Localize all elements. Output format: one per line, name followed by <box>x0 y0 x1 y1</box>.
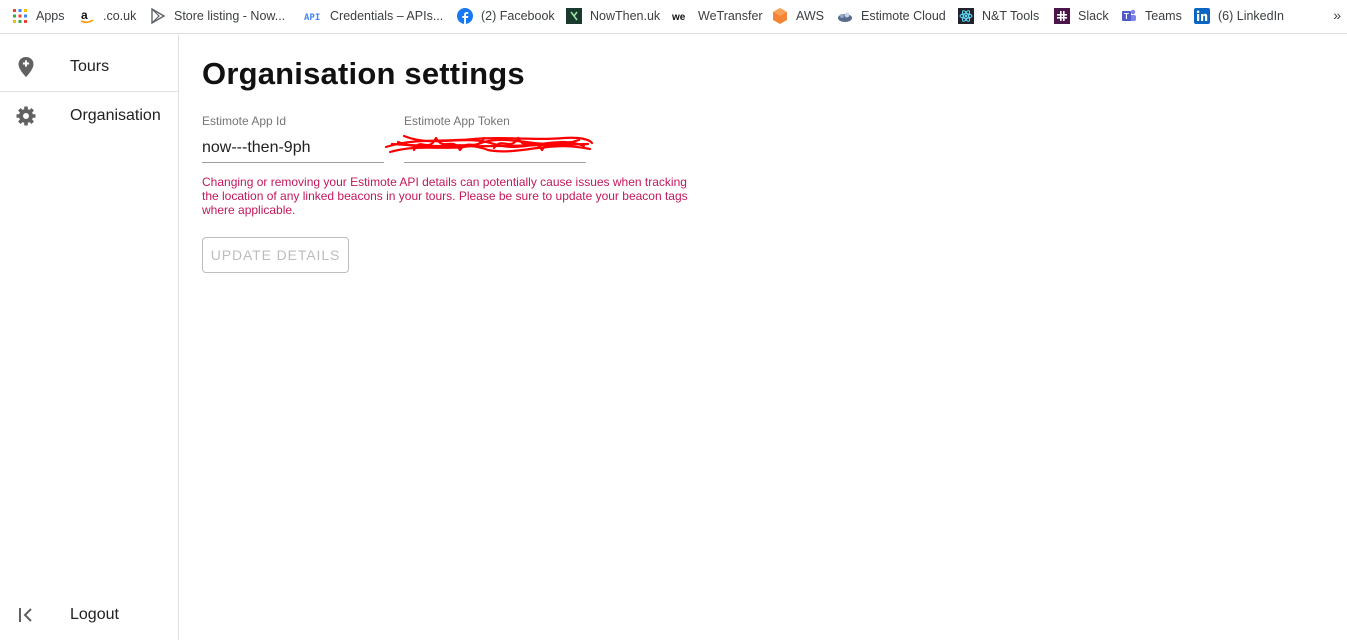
bookmark-estimote-cloud[interactable]: Estimote Cloud <box>837 0 946 32</box>
svg-text:we: we <box>672 12 686 21</box>
sidebar-item-organisation[interactable]: Organisation <box>0 91 178 140</box>
bookmarks-overflow-icon[interactable]: » <box>1333 7 1341 23</box>
redaction-scribble <box>384 134 594 154</box>
location-pin-icon <box>16 56 36 77</box>
apps-grid-icon <box>12 8 28 24</box>
bookmark-label: (6) LinkedIn <box>1218 9 1285 23</box>
svg-text:T: T <box>1124 12 1129 21</box>
bookmark-slack[interactable]: Slack <box>1054 0 1109 32</box>
bookmark-nt-tools[interactable]: N&T Tools <box>958 0 1039 32</box>
bookmark-linkedin[interactable]: (6) LinkedIn <box>1194 0 1284 32</box>
bookmark-facebook[interactable]: (2) Facebook <box>457 0 555 32</box>
amazon-icon: a <box>79 8 95 24</box>
bookmark-label: Teams <box>1145 9 1182 23</box>
sidebar-item-label: Organisation <box>70 106 161 124</box>
bookmark-credentials[interactable]: API Credentials – APIs... <box>304 0 443 32</box>
collapse-left-icon <box>16 605 36 625</box>
app-id-underline <box>202 162 384 163</box>
svg-text:API: API <box>304 13 320 21</box>
app-id-input[interactable] <box>202 137 384 158</box>
logout-label: Logout <box>70 605 119 623</box>
slack-icon <box>1054 8 1070 24</box>
react-icon <box>958 8 974 24</box>
bookmark-aws[interactable]: AWS <box>772 0 824 32</box>
app-id-field: Estimote App Id <box>202 114 384 163</box>
bookmark-label: Slack <box>1078 9 1109 23</box>
linkedin-icon <box>1194 8 1210 24</box>
bookmark-teams[interactable]: T Teams <box>1121 0 1182 32</box>
page-title: Organisation settings <box>202 56 525 91</box>
bookmark-store-listing[interactable]: Store listing - Now... <box>150 0 285 32</box>
sidebar-item-tours[interactable]: Tours <box>0 42 178 91</box>
bookmark-wetransfer[interactable]: we WeTransfer <box>672 0 763 32</box>
bookmark-label: WeTransfer <box>698 9 763 23</box>
wetransfer-icon: we <box>672 8 690 24</box>
bookmark-apps[interactable]: Apps <box>12 0 65 32</box>
bookmark-label: Store listing - Now... <box>174 9 286 23</box>
update-details-button[interactable]: UPDATE DETAILS <box>202 237 349 273</box>
bookmark-label: .co.uk <box>103 9 137 23</box>
gear-icon <box>16 106 36 126</box>
app-token-label: Estimote App Token <box>404 114 510 128</box>
bookmark-label: Estimote Cloud <box>861 9 946 23</box>
api-change-warning: Changing or removing your Estimote API d… <box>202 175 688 217</box>
facebook-icon <box>457 8 473 24</box>
bookmark-label: AWS <box>796 9 825 23</box>
bookmark-label: Apps <box>36 9 65 23</box>
logout-button[interactable]: Logout <box>0 590 178 639</box>
aws-icon <box>772 8 788 24</box>
api-icon: API <box>304 8 322 24</box>
bookmark-nowthen[interactable]: NowThen.uk <box>566 0 660 32</box>
play-store-icon <box>150 8 166 24</box>
estimote-icon <box>837 8 853 24</box>
bookmark-amazon[interactable]: a .co.uk <box>79 0 136 32</box>
svg-text:a: a <box>81 8 88 22</box>
bookmark-label: Credentials – APIs... <box>330 9 444 23</box>
bookmark-label: NowThen.uk <box>590 9 661 23</box>
app-token-underline <box>404 162 586 163</box>
sidebar: Tours Organisation Logout <box>0 35 179 640</box>
bookmarks-bar: Apps a .co.uk Store listing - Now... API… <box>0 0 1347 34</box>
nowthen-icon <box>566 8 582 24</box>
bookmark-label: (2) Facebook <box>481 9 555 23</box>
sidebar-item-label: Tours <box>70 57 110 75</box>
teams-icon: T <box>1121 8 1137 24</box>
bookmark-label: N&T Tools <box>982 9 1040 23</box>
app-id-label: Estimote App Id <box>202 114 287 128</box>
